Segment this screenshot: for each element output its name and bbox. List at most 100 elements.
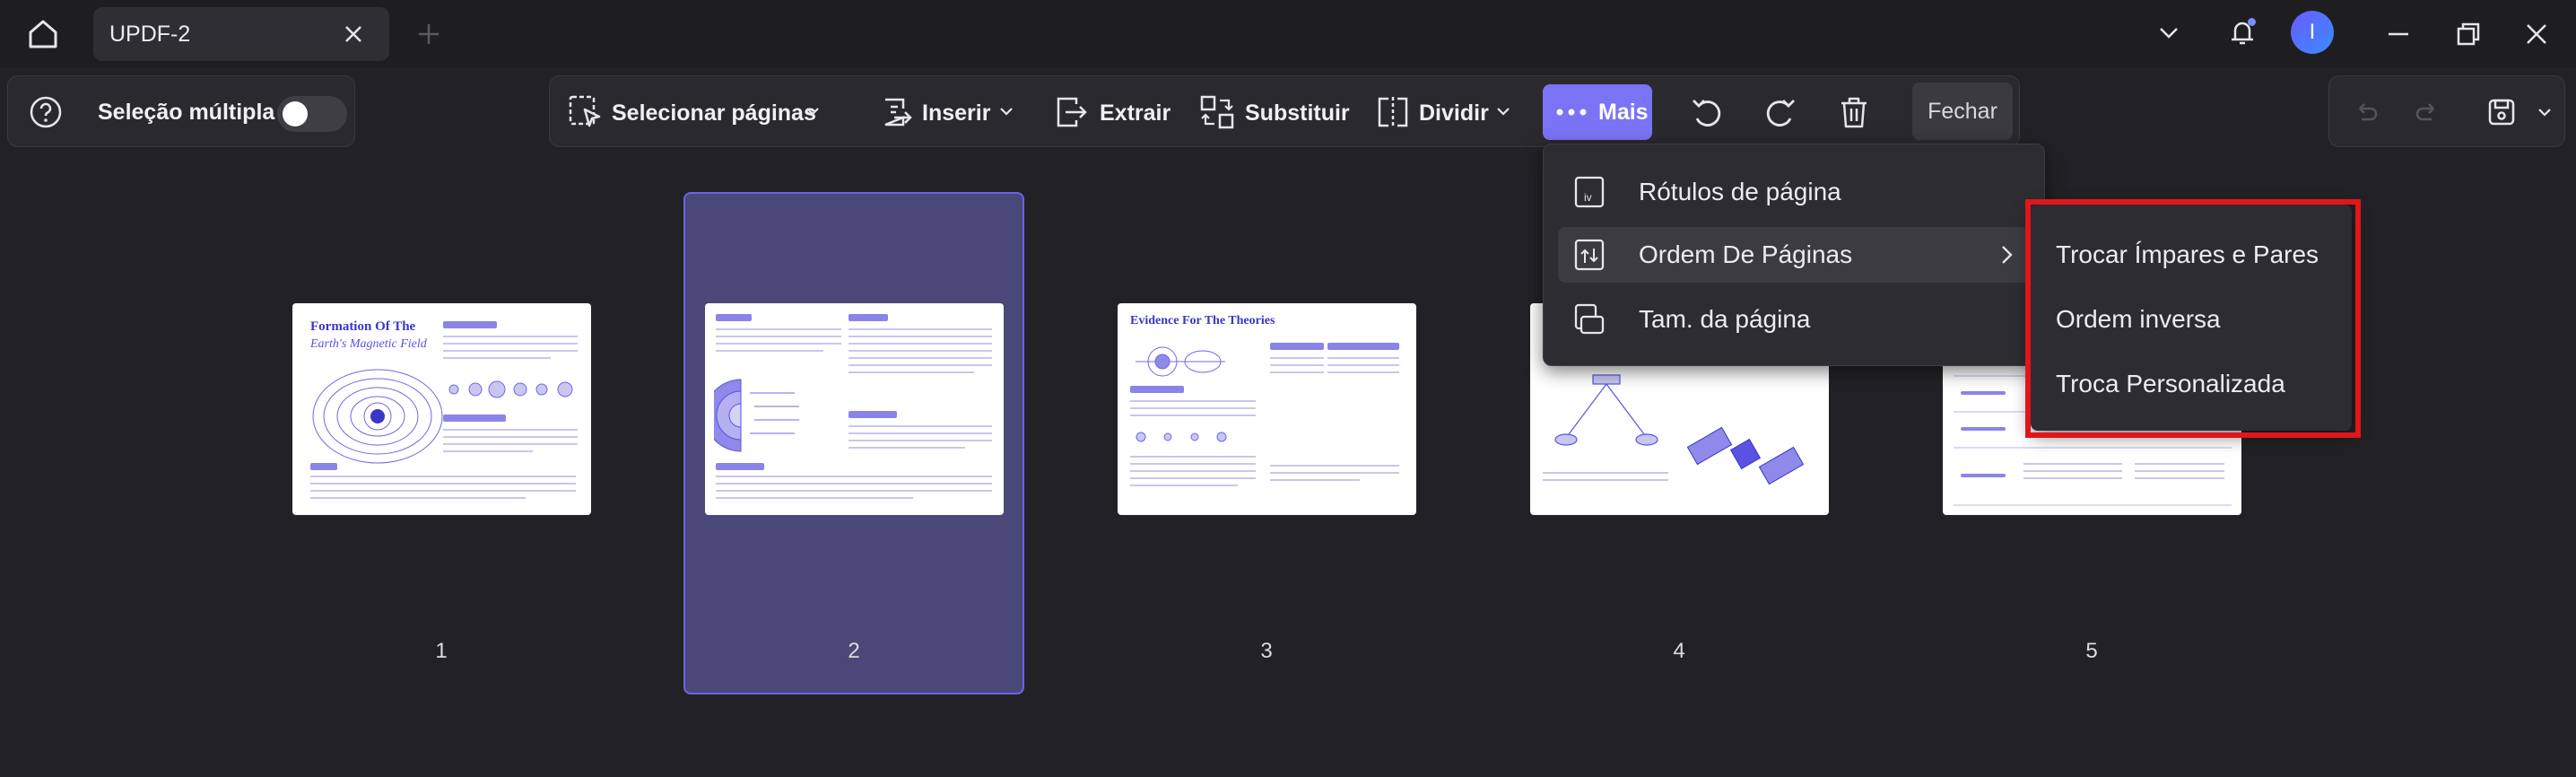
more-menu: iv Rótulos de página Ordem De Páginas Ta… — [1543, 144, 2045, 366]
page-2-text-line — [716, 497, 913, 499]
page-3-text-line — [1130, 463, 1256, 465]
page-number-5: 5 — [2085, 639, 2098, 663]
page-3-text-line — [1270, 472, 1399, 474]
menu-item-page-order[interactable]: Ordem De Páginas — [1558, 227, 2032, 283]
page-2-text-line — [849, 371, 974, 373]
page-3-text-line — [1130, 407, 1256, 409]
page-3-text-line — [1327, 371, 1399, 373]
page-3-text-line — [1270, 465, 1399, 467]
page-2-text-line — [716, 490, 992, 492]
page-thumbnail-1[interactable]: Formation Of The Earth's Magnetic Field — [292, 303, 591, 515]
page-3-text-line — [1270, 364, 1324, 366]
page-number-1: 1 — [435, 639, 448, 663]
select-pages-icon[interactable] — [565, 92, 606, 133]
page-3-heading-bar — [1270, 343, 1324, 350]
page-2-text-line — [716, 350, 823, 352]
page-1-text-line — [310, 476, 576, 477]
restore-icon[interactable] — [2450, 16, 2486, 52]
page-thumbnail-3[interactable]: Evidence For The Theories — [1118, 303, 1416, 515]
menu-item-page-size[interactable]: Tam. da página — [1558, 292, 2032, 347]
page-2-text-line — [849, 328, 992, 330]
undo-icon[interactable] — [2347, 94, 2383, 130]
page-5-text-line — [2135, 463, 2224, 465]
page-2-text-line — [716, 343, 841, 345]
help-icon[interactable] — [26, 92, 65, 132]
page-5-text-line — [2135, 477, 2224, 479]
page-order-icon — [1572, 238, 1606, 272]
rotate-right-icon[interactable] — [1760, 92, 1801, 133]
new-tab-icon[interactable] — [411, 16, 447, 52]
page-2-text-line — [849, 425, 992, 427]
replace-icon[interactable] — [1197, 92, 1238, 133]
insert-button[interactable]: Inserir — [922, 100, 990, 127]
satellite-diagram — [1686, 426, 1805, 485]
page-5-text-line — [2023, 463, 2122, 465]
page-1-text-line — [310, 497, 526, 499]
delete-icon[interactable] — [1833, 92, 1875, 133]
annotation-highlight-box — [2025, 199, 2361, 438]
page-3-text-line — [1130, 456, 1256, 458]
close-window-icon[interactable] — [2519, 16, 2554, 52]
page-thumbnail-2[interactable] — [705, 303, 1004, 515]
redo-icon[interactable] — [2410, 94, 2446, 130]
bell-icon[interactable] — [2223, 13, 2262, 52]
page-3-heading-bar — [1327, 343, 1399, 350]
toggle-knob — [283, 101, 308, 127]
page-1-title-line1: Formation Of The — [310, 319, 416, 334]
save-chevron-icon[interactable] — [2532, 100, 2557, 125]
earth-layers-diagram — [714, 379, 799, 452]
page-3-text-line — [1130, 485, 1238, 486]
save-icon[interactable] — [2482, 92, 2521, 132]
page-2-heading-bar — [716, 314, 752, 321]
document-tab[interactable]: UPDF-2 — [93, 7, 389, 61]
extract-icon[interactable] — [1049, 92, 1091, 133]
page-3-text-line — [1270, 371, 1324, 373]
page-2-text-line — [849, 343, 992, 345]
page-1-text-line — [443, 357, 551, 359]
more-label: Mais — [1598, 100, 1649, 125]
menu-item-page-labels[interactable]: iv Rótulos de página — [1558, 164, 2032, 220]
page-2-text-line — [849, 364, 992, 366]
page-1-text-line — [443, 443, 578, 445]
split-button[interactable]: Dividir — [1419, 100, 1489, 127]
replace-button[interactable]: Substituir — [1245, 100, 1350, 127]
page-1-text-line — [443, 450, 533, 452]
multi-select-toolbar: Seleção múltipla — [7, 75, 355, 147]
page-1-text-line — [443, 436, 578, 438]
page-1-text-line — [443, 343, 578, 345]
page-2-text-line — [849, 440, 992, 441]
avatar[interactable]: I — [2291, 11, 2334, 54]
multi-select-toggle[interactable] — [277, 96, 347, 132]
page-number-3: 3 — [1260, 639, 1273, 663]
insert-icon[interactable] — [875, 92, 917, 133]
rotate-left-icon[interactable] — [1686, 92, 1727, 133]
more-dots-icon — [1555, 100, 1588, 124]
extract-button[interactable]: Extrair — [1100, 100, 1171, 127]
antenna-network-diagram — [1554, 374, 1658, 446]
page-1-title-line2: Earth's Magnetic Field — [310, 337, 427, 351]
page-size-icon — [1572, 302, 1606, 336]
split-chevron-icon[interactable] — [1491, 99, 1516, 124]
select-pages-chevron-icon[interactable] — [800, 99, 825, 124]
page-2-text-line — [716, 476, 992, 477]
menu-item-label: Ordem De Páginas — [1639, 240, 1853, 268]
title-bar: UPDF-2 I — [0, 0, 2576, 68]
more-button[interactable]: Mais — [1543, 84, 1652, 140]
multi-select-label: Seleção múltipla — [98, 100, 275, 125]
close-tab-icon[interactable] — [335, 18, 371, 50]
page-2-text-line — [716, 328, 841, 330]
page-5-text-line — [2023, 477, 2122, 479]
insert-chevron-icon[interactable] — [994, 99, 1019, 124]
chevron-down-icon[interactable] — [2151, 14, 2187, 50]
page-label-icon: iv — [1572, 175, 1606, 209]
magnetic-field-diagram — [312, 369, 443, 464]
home-icon[interactable] — [22, 14, 65, 54]
minimize-icon[interactable] — [2380, 16, 2416, 52]
page-2-heading-bar — [849, 411, 897, 418]
chevron-right-icon — [1994, 242, 2019, 267]
split-icon[interactable] — [1372, 92, 1414, 133]
select-pages-button[interactable]: Selecionar páginas — [612, 100, 816, 127]
page-5-text-line — [2135, 470, 2224, 472]
close-button[interactable]: Fechar — [1912, 83, 2013, 140]
page-5-table-rule — [1954, 447, 2232, 449]
